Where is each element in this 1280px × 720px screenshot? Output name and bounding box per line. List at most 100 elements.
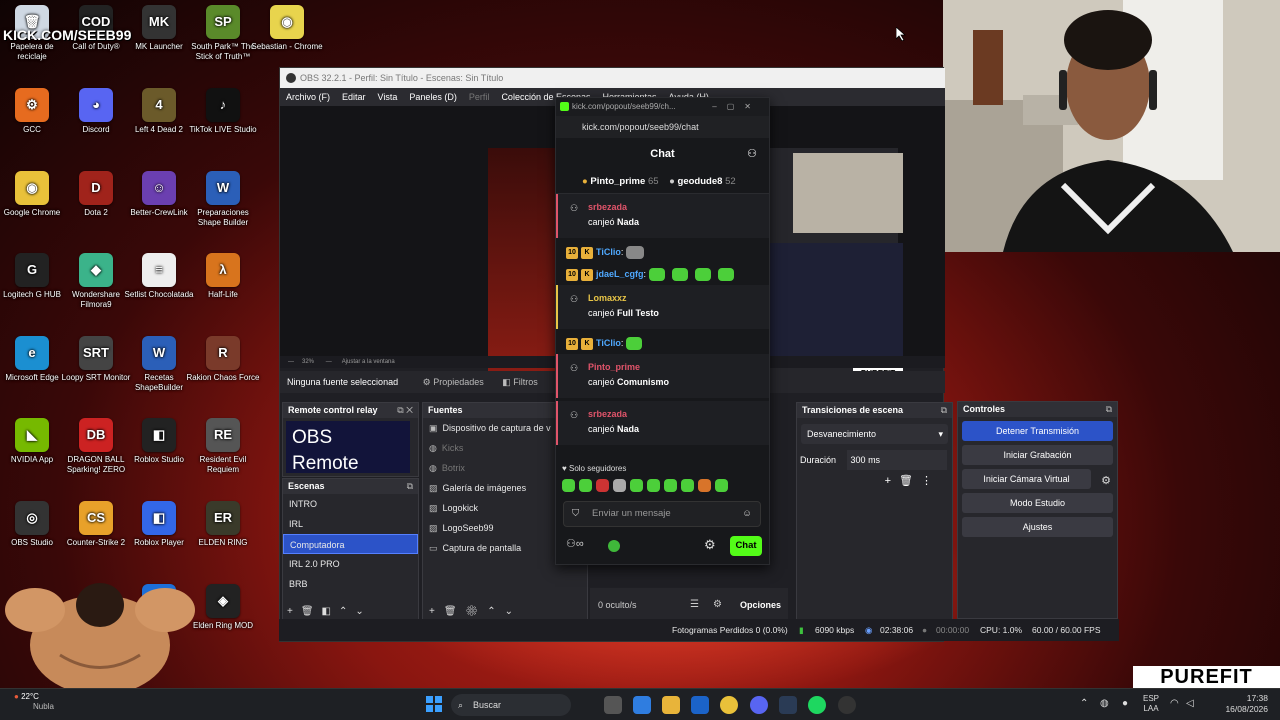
obs-icon[interactable] — [838, 696, 856, 714]
chat-username[interactable]: Lomaxxz — [588, 291, 759, 306]
transition-controls[interactable]: +🗑⋮ — [797, 474, 952, 487]
chat-titlebar[interactable]: kick.com/popout/seeb99/ch... –▢✕ — [556, 98, 769, 116]
desktop-icon[interactable]: ♪ TikTok LIVE Studio — [186, 88, 260, 135]
gear-icon[interactable]: ⚙ — [1101, 474, 1111, 487]
desktop-icon[interactable]: MK MK Launcher — [122, 5, 196, 52]
desktop-icon[interactable]: 4 Left 4 Dead 2 — [122, 88, 196, 135]
emote-icon[interactable] — [698, 479, 711, 492]
wifi-icon[interactable]: ◠ — [1170, 698, 1179, 709]
desktop-icon[interactable]: W Recetas ShapeBuilder — [122, 336, 196, 393]
scene-item[interactable]: IRL — [283, 514, 418, 534]
list-icon[interactable]: ☰ — [690, 599, 699, 610]
emote-bar[interactable] — [562, 479, 732, 492]
emote-icon[interactable] — [647, 479, 660, 492]
desktop-icon[interactable]: ◧ Roblox Studio — [122, 418, 196, 465]
desktop-icon[interactable]: ◧ Roblox Player — [122, 501, 196, 548]
scene-item[interactable]: INTRO — [283, 494, 418, 514]
dock-icon[interactable]: ⧉ — [407, 479, 413, 494]
chat-username[interactable]: srbezada — [588, 200, 759, 215]
start-icon[interactable] — [426, 696, 442, 712]
control-button[interactable]: Detener Transmisión — [962, 421, 1113, 441]
filters-button[interactable]: Filtros — [513, 377, 538, 387]
clock[interactable]: 17:38 16/08/2026 — [1222, 693, 1268, 715]
dock-icon[interactable]: ⧉ — [941, 403, 947, 418]
steam-icon[interactable] — [779, 696, 797, 714]
desktop-icon[interactable]: ≡ Setlist Chocolatada — [122, 253, 196, 300]
scene-item[interactable]: BRB — [283, 574, 418, 594]
emote-icon[interactable] — [562, 479, 575, 492]
desktop-icon[interactable]: W Preparaciones Shape Builder — [186, 171, 260, 228]
menu-item[interactable]: Perfil — [469, 92, 490, 102]
redeem-text: canjeó Comunismo — [588, 377, 670, 387]
chat-username[interactable]: srbezada — [588, 407, 759, 422]
send-chat-button[interactable]: Chat — [730, 536, 762, 556]
emote-icon[interactable] — [681, 479, 694, 492]
chat-username[interactable]: Pinto_prime — [588, 360, 759, 375]
chat-username[interactable]: jdaeL_cgfg — [596, 269, 644, 279]
discord-icon[interactable] — [750, 696, 768, 714]
file-explorer-icon[interactable] — [662, 696, 680, 714]
chat-url-bar[interactable]: kick.com/popout/seeb99/chat — [556, 116, 769, 138]
weather-widget[interactable]: ● 22°C Nubla — [14, 692, 54, 712]
duration-input[interactable]: 300 ms — [846, 450, 947, 470]
properties-button[interactable]: Propiedades — [433, 377, 484, 387]
preview-fit[interactable]: Ajustar a la ventana — [342, 359, 395, 365]
emote-icon[interactable] — [579, 479, 592, 492]
emote-icon[interactable] — [596, 479, 609, 492]
menu-item[interactable]: Paneles (D) — [409, 92, 457, 102]
obs-titlebar[interactable]: OBS 32.2.1 - Perfil: Sin Título - Escena… — [280, 68, 945, 88]
menu-item[interactable]: Archivo (F) — [286, 92, 330, 102]
emote-icon[interactable] — [613, 479, 626, 492]
emote-icon[interactable] — [630, 479, 643, 492]
desktop-icon[interactable]: λ Half-Life — [186, 253, 260, 300]
tray-chevron-icon[interactable]: ⌃ — [1080, 698, 1088, 709]
desktop-icon[interactable]: ◉ Sebastian - Chrome — [250, 5, 324, 52]
desktop-icon[interactable]: ☺ Better-CrewLink — [122, 171, 196, 218]
users-icon[interactable]: ⚇ — [747, 138, 757, 170]
scene-item[interactable]: IRL 2.0 PRO — [283, 554, 418, 574]
network-icon[interactable]: ◍ — [1100, 698, 1109, 709]
emoji-icon[interactable]: ☺ — [742, 502, 752, 526]
kick-points-icon[interactable] — [608, 540, 620, 552]
store-icon[interactable] — [691, 696, 709, 714]
infinity-icon[interactable]: ⚇∞ — [566, 537, 584, 550]
chat-username[interactable]: TiClio — [596, 338, 621, 348]
control-button[interactable]: Ajustes — [962, 517, 1113, 537]
language-indicator[interactable]: ESP LAA — [1143, 694, 1159, 714]
transition-select[interactable]: Desvanecimiento ▾ — [801, 424, 948, 444]
emote-icon[interactable] — [664, 479, 677, 492]
preview-zoom[interactable]: 32% — [302, 359, 314, 365]
close-icon[interactable]: ⧉ ✕ — [397, 403, 413, 418]
chrome-icon[interactable] — [720, 696, 738, 714]
desktop-icon[interactable]: SP South Park™ The Stick of Truth™ — [186, 5, 260, 62]
menu-item[interactable]: Editar — [342, 92, 366, 102]
chat-url: kick.com/popout/seeb99/chat — [582, 122, 699, 132]
settings-icon[interactable]: ⚙ — [704, 537, 716, 553]
emote-icon[interactable] — [715, 479, 728, 492]
dock-icon[interactable]: ⧉ — [1106, 402, 1112, 417]
settings-icon[interactable]: ⚙ — [713, 599, 722, 610]
menu-item[interactable]: Vista — [378, 92, 398, 102]
spotify-icon[interactable] — [808, 696, 826, 714]
task-view-icon[interactable] — [604, 696, 622, 714]
chat-username[interactable]: TiClio — [596, 247, 621, 257]
options-button[interactable]: Opciones — [740, 600, 781, 610]
chat-input[interactable]: ⛉ Enviar un mensaje ☺ — [563, 501, 761, 527]
scene-controls[interactable]: +🗑◧⌃⌄ — [287, 606, 372, 617]
source-controls[interactable]: +🗑⚙⌃⌄ — [429, 606, 522, 617]
scene-item[interactable]: Computadora — [283, 534, 418, 554]
desktop-icon[interactable]: R Rakion Chaos Force — [186, 336, 260, 383]
widgets-icon[interactable] — [633, 696, 651, 714]
control-button[interactable]: Modo Estudio — [962, 493, 1113, 513]
control-button[interactable]: Iniciar Grabación — [962, 445, 1113, 465]
control-button[interactable]: Iniciar Cámara Virtual — [962, 469, 1091, 489]
top-user-2[interactable]: geodude8 — [678, 176, 723, 187]
volume-icon[interactable]: ◁ — [1186, 698, 1194, 709]
desktop-icon[interactable]: ER ELDEN RING — [186, 501, 260, 548]
window-controls[interactable]: –▢✕ — [712, 98, 761, 116]
taskbar-search[interactable]: ⌕ Buscar — [451, 694, 571, 716]
mic-icon[interactable]: ● — [1122, 698, 1128, 709]
clock-date: 16/08/2026 — [1225, 704, 1268, 714]
desktop-icon[interactable]: RE Resident Evil Requiem — [186, 418, 260, 475]
top-user-1[interactable]: Pinto_prime — [590, 176, 645, 187]
